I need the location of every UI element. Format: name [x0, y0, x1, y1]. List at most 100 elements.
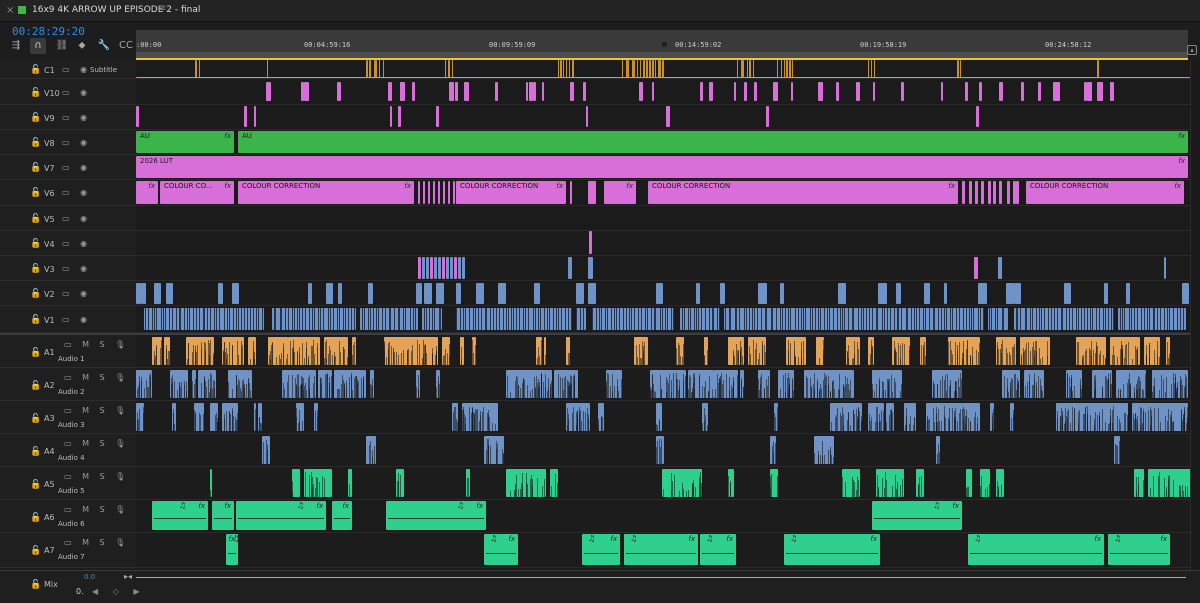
video-clip[interactable] — [588, 257, 593, 279]
mix-volume-line[interactable] — [136, 577, 1186, 578]
linked-selection-icon[interactable]: ⛓ — [54, 38, 70, 54]
audio-clip[interactable] — [656, 436, 664, 464]
caption-clip[interactable] — [957, 60, 959, 78]
audio-clip[interactable] — [318, 370, 332, 398]
audio-clip[interactable] — [786, 337, 806, 365]
fx-badge-icon[interactable]: fx — [1178, 132, 1185, 140]
audio-clip[interactable] — [778, 370, 794, 398]
audio-clip[interactable] — [728, 337, 744, 365]
adjustment-clip[interactable] — [1012, 181, 1016, 204]
fx-badge-icon[interactable]: fx — [508, 535, 515, 543]
adjustment-clip[interactable] — [1055, 82, 1060, 101]
video-clip[interactable] — [1182, 283, 1189, 304]
adjustment-clip[interactable] — [999, 181, 1003, 204]
video-clip[interactable] — [424, 283, 432, 304]
track-toggle-icons[interactable]: ▭ ◉ — [62, 113, 91, 122]
audio-clip[interactable] — [172, 403, 176, 431]
adjustment-clip[interactable] — [744, 82, 747, 101]
colour-correction-clip[interactable]: COLOUR CORRECTION fx — [648, 181, 958, 204]
work-area-bar[interactable] — [136, 58, 1188, 60]
adjustment-clip[interactable] — [766, 106, 770, 127]
video-clip[interactable] — [142, 283, 147, 304]
caption-clip[interactable] — [654, 60, 657, 78]
video-clip[interactable] — [446, 257, 449, 279]
caption-clip[interactable] — [621, 60, 623, 78]
track-toggle-icons[interactable]: ▭ ◉ — [62, 138, 91, 147]
track-lane-v10[interactable] — [136, 80, 1190, 105]
adjustment-clip[interactable] — [337, 82, 342, 101]
video-clip[interactable] — [576, 283, 585, 304]
adjustment-clip[interactable] — [570, 181, 572, 204]
audio-clip[interactable] — [1114, 436, 1120, 464]
audio-clip[interactable] — [872, 370, 902, 398]
caption-clip[interactable] — [786, 60, 788, 78]
audio-clip[interactable] — [662, 469, 702, 497]
music-clip[interactable]: fx♫ — [226, 534, 238, 565]
adjustment-clip[interactable] — [980, 181, 984, 204]
track-header-v2[interactable]: 🔓 V2 ▭ ◉ — [0, 281, 136, 306]
video-clip[interactable] — [1164, 257, 1166, 279]
caption-clip[interactable] — [366, 60, 368, 78]
video-clip[interactable] — [430, 257, 433, 279]
lock-icon[interactable]: 🔓 — [30, 348, 41, 358]
lut-adjustment-clip[interactable]: 2026 LUT fx — [136, 156, 1188, 178]
adjustment-clip[interactable] — [974, 181, 978, 204]
track-header-a7[interactable]: 🔓 A7 ▭ M S 🎙 Audio 7 — [0, 533, 136, 568]
fx-badge-icon[interactable]: fx — [1178, 157, 1185, 165]
volume-rubber-band[interactable] — [786, 552, 878, 554]
adjustment-clip[interactable] — [1110, 82, 1114, 101]
fx-badge-icon[interactable]: fx — [1094, 535, 1101, 543]
caption-clip[interactable] — [572, 60, 574, 78]
fx-badge-icon[interactable]: fx — [1160, 535, 1167, 543]
caption-clip[interactable] — [870, 60, 873, 78]
video-clip[interactable] — [232, 283, 239, 304]
audio-clip[interactable] — [544, 337, 546, 365]
caption-clip[interactable] — [560, 60, 562, 78]
lock-icon[interactable]: 🔓 — [30, 480, 41, 490]
audio-clip[interactable] — [702, 403, 708, 431]
music-clip[interactable]: fx♫ — [1108, 534, 1170, 565]
go-to-end-icon[interactable]: ▸◂ — [124, 572, 132, 581]
audio-clip[interactable] — [248, 370, 252, 398]
music-clip[interactable]: fx♫ — [872, 501, 962, 530]
caption-clip[interactable] — [780, 60, 783, 78]
video-clip[interactable] — [696, 283, 700, 304]
adjustment-clip[interactable] — [582, 82, 587, 101]
audio-clip[interactable] — [868, 403, 884, 431]
audio-clip[interactable] — [222, 337, 244, 365]
volume-rubber-band[interactable] — [970, 552, 1102, 554]
caption-clip[interactable] — [867, 60, 870, 78]
audio-clip[interactable] — [334, 370, 362, 398]
music-clip[interactable]: fx♫ — [386, 501, 486, 530]
lock-icon[interactable]: 🔓 — [30, 289, 41, 299]
audio-clip[interactable] — [292, 469, 300, 497]
caption-clip[interactable] — [752, 60, 755, 78]
track-header-a5[interactable]: 🔓 A5 ▭ M S 🎙 Audio 5 — [0, 467, 136, 500]
track-toggle-icons[interactable]: ▭ ◉ — [62, 289, 91, 298]
adjustment-clip[interactable] — [586, 106, 589, 127]
fx-badge-icon[interactable]: fx — [688, 535, 695, 543]
track-lane-v7[interactable]: 2026 LUT fx — [136, 155, 1190, 180]
track-header-a1[interactable]: 🔓 A1 ▭ M S 🎙 Audio 1 — [0, 335, 136, 368]
audio-clip[interactable] — [774, 403, 778, 431]
adjustment-clip[interactable] — [443, 181, 445, 204]
audio-clip[interactable] — [352, 337, 356, 365]
audio-clip[interactable] — [804, 370, 854, 398]
audio-clip[interactable] — [314, 403, 318, 431]
lock-icon[interactable]: 🔓 — [30, 65, 41, 75]
caption-clip[interactable] — [736, 60, 739, 78]
adjustment-clip[interactable] — [993, 181, 997, 204]
adjustment-clip[interactable] — [412, 82, 416, 101]
lock-icon[interactable]: 🔓 — [30, 315, 41, 325]
video-clip[interactable] — [592, 308, 674, 330]
track-toggle-icons[interactable]: ▭ ◉ — [62, 239, 91, 248]
caption-clip[interactable] — [378, 60, 381, 78]
track-lane-v9[interactable] — [136, 105, 1190, 130]
lock-icon[interactable]: 🔓 — [30, 447, 41, 457]
adjustment-clip[interactable] — [304, 82, 310, 101]
video-clip[interactable] — [1118, 308, 1186, 330]
video-clip[interactable] — [534, 283, 541, 304]
caption-clip[interactable] — [444, 60, 447, 78]
audio-clip[interactable] — [228, 370, 248, 398]
adjustment-clip[interactable] — [699, 82, 704, 101]
